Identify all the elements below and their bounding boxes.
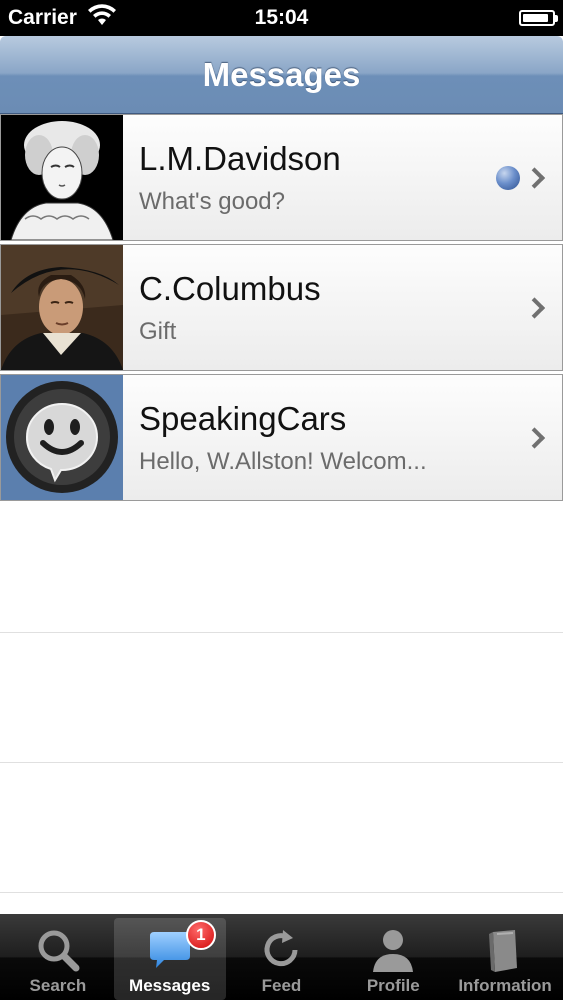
avatar-speakingcars <box>1 375 123 500</box>
empty-row-separator <box>0 632 563 633</box>
tab-label: Information <box>458 976 552 995</box>
unread-indicator-icon <box>496 166 520 190</box>
person-icon <box>369 926 417 974</box>
tab-messages[interactable]: 1 Messages <box>113 918 226 1000</box>
battery-icon <box>519 10 558 26</box>
avatar-columbus <box>1 245 123 370</box>
avatar-davidson <box>1 115 123 240</box>
book-icon <box>481 926 529 974</box>
navigation-bar: Messages <box>0 36 563 114</box>
battery-fill <box>523 14 548 22</box>
carrier-label: Carrier <box>8 6 77 29</box>
tab-label: Feed <box>261 976 302 995</box>
tab-information[interactable]: Information <box>449 918 561 1000</box>
tab-label: Profile <box>366 976 420 995</box>
page-title: Messages <box>202 55 361 93</box>
tab-label: Messages <box>129 976 211 995</box>
sender-name: SpeakingCars <box>139 399 347 437</box>
message-row-columbus[interactable]: C.Columbus Gift <box>0 244 563 371</box>
message-row-speakingcars[interactable]: SpeakingCars Hello, W.Allston! Welcom... <box>0 374 563 501</box>
tab-feed[interactable]: Feed <box>226 918 338 1000</box>
message-preview: Gift <box>139 317 177 345</box>
empty-row-separator <box>0 762 563 763</box>
status-left: Carrier <box>8 4 117 32</box>
message-row-davidson[interactable]: L.M.Davidson What's good? <box>0 114 563 241</box>
portrait-woman-engraving-icon <box>1 115 123 240</box>
empty-row-separator <box>0 892 563 893</box>
unread-count-badge: 1 <box>185 920 216 950</box>
message-preview: Hello, W.Allston! Welcom... <box>139 447 427 475</box>
message-preview: What's good? <box>139 187 286 215</box>
message-text: C.Columbus Gift <box>123 245 562 370</box>
tab-search[interactable]: Search <box>2 918 114 1000</box>
tab-profile[interactable]: Profile <box>337 918 449 1000</box>
sender-name: C.Columbus <box>139 269 321 307</box>
status-bar: Carrier 15:04 <box>0 0 563 36</box>
search-icon <box>34 926 82 974</box>
portrait-columbus-painting-icon <box>1 245 123 370</box>
wifi-icon <box>87 4 117 32</box>
tab-label: Search <box>29 976 87 995</box>
smiley-chat-bubble-icon <box>1 375 123 500</box>
message-list: L.M.Davidson What's good? C.Columbus Gif… <box>0 114 563 504</box>
message-text: SpeakingCars Hello, W.Allston! Welcom... <box>123 375 562 500</box>
tab-bar: Search 1 Messages Feed Profile Informati… <box>0 914 563 1000</box>
refresh-icon <box>257 926 305 974</box>
